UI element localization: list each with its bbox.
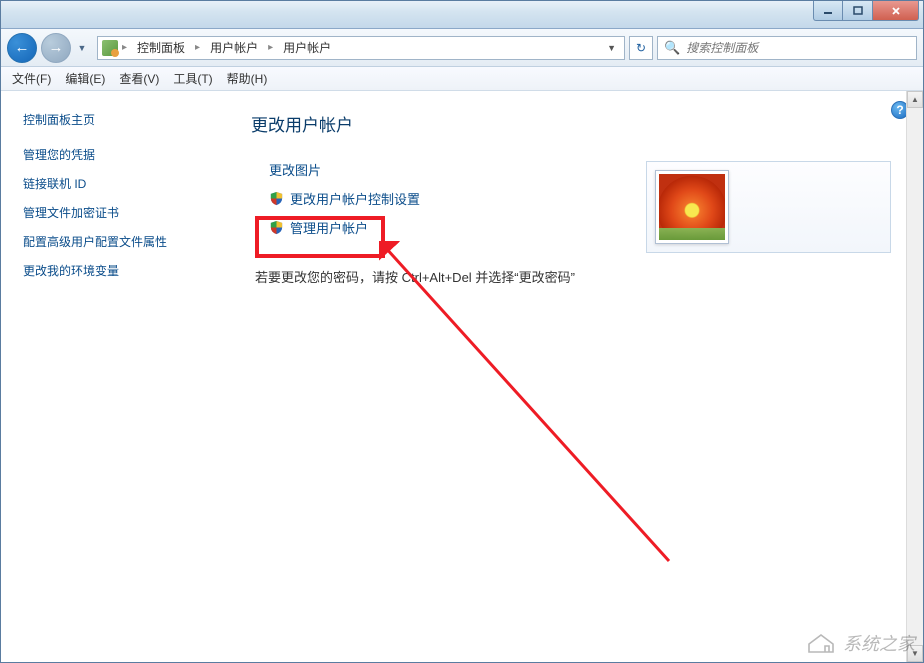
- navbar: ← → ▼ ▸ 控制面板 ▸ 用户帐户 ▸ 用户帐户 ▼ ↻ 🔍: [1, 29, 923, 67]
- search-box[interactable]: 🔍: [657, 36, 917, 60]
- menubar: 文件(F) 编辑(E) 查看(V) 工具(T) 帮助(H): [1, 67, 923, 91]
- scroll-down-button[interactable]: ▼: [907, 645, 923, 662]
- sidebar-home-link[interactable]: 控制面板主页: [23, 111, 209, 128]
- forward-button[interactable]: →: [41, 33, 71, 63]
- menu-help[interactable]: 帮助(H): [220, 67, 275, 90]
- back-button[interactable]: ←: [7, 33, 37, 63]
- menu-tools[interactable]: 工具(T): [166, 67, 219, 90]
- window-controls: [813, 1, 919, 21]
- link-manage-accounts-label: 管理用户帐户: [290, 218, 368, 237]
- refresh-button[interactable]: ↻: [629, 36, 653, 60]
- vertical-scrollbar[interactable]: ▲ ▼: [906, 91, 923, 662]
- search-icon: 🔍: [664, 40, 680, 56]
- control-panel-window: ← → ▼ ▸ 控制面板 ▸ 用户帐户 ▸ 用户帐户 ▼ ↻ 🔍 文件(F) 编…: [0, 0, 924, 663]
- address-dropdown-icon[interactable]: ▼: [603, 43, 620, 53]
- titlebar: [1, 1, 923, 29]
- sidebar-link-advanced-profile[interactable]: 配置高级用户配置文件属性: [23, 233, 209, 250]
- avatar-frame: [655, 170, 729, 244]
- minimize-button[interactable]: [813, 1, 843, 21]
- sidebar-link-credentials[interactable]: 管理您的凭据: [23, 146, 209, 163]
- password-instruction-text: 若要更改您的密码，请按 Ctrl+Alt+Del 并选择“更改密码”: [255, 267, 893, 286]
- menu-view[interactable]: 查看(V): [112, 67, 166, 90]
- breadcrumb-control-panel[interactable]: 控制面板: [133, 37, 189, 58]
- user-accounts-icon: [102, 40, 118, 56]
- scroll-up-button[interactable]: ▲: [907, 91, 923, 108]
- breadcrumb-separator-icon: ▸: [268, 42, 273, 53]
- maximize-button[interactable]: [843, 1, 873, 21]
- page-title: 更改用户帐户: [251, 111, 893, 136]
- sidebar: 控制面板主页 管理您的凭据 链接联机 ID 管理文件加密证书 配置高级用户配置文…: [1, 91, 221, 662]
- menu-edit[interactable]: 编辑(E): [58, 67, 112, 90]
- close-button[interactable]: [873, 1, 919, 21]
- search-input[interactable]: [686, 41, 910, 55]
- shield-icon: [269, 191, 284, 206]
- shield-icon: [269, 220, 284, 235]
- address-bar[interactable]: ▸ 控制面板 ▸ 用户帐户 ▸ 用户帐户 ▼: [97, 36, 625, 60]
- sidebar-link-online-id[interactable]: 链接联机 ID: [23, 175, 209, 192]
- link-change-uac-label: 更改用户帐户控制设置: [290, 189, 420, 208]
- nav-history-dropdown[interactable]: ▼: [75, 38, 89, 58]
- avatar-image: [659, 174, 725, 240]
- sidebar-link-encryption-cert[interactable]: 管理文件加密证书: [23, 204, 209, 221]
- breadcrumb-user-accounts[interactable]: 用户帐户: [279, 37, 335, 58]
- breadcrumb-separator-icon: ▸: [122, 42, 127, 53]
- menu-file[interactable]: 文件(F): [5, 67, 58, 90]
- breadcrumb: ▸ 控制面板 ▸ 用户帐户 ▸ 用户帐户: [122, 37, 335, 58]
- breadcrumb-user-accounts-group[interactable]: 用户帐户: [206, 37, 262, 58]
- sidebar-link-env-vars[interactable]: 更改我的环境变量: [23, 262, 209, 279]
- link-change-picture-label: 更改图片: [269, 160, 321, 179]
- breadcrumb-separator-icon: ▸: [195, 42, 200, 53]
- account-card: [646, 161, 891, 253]
